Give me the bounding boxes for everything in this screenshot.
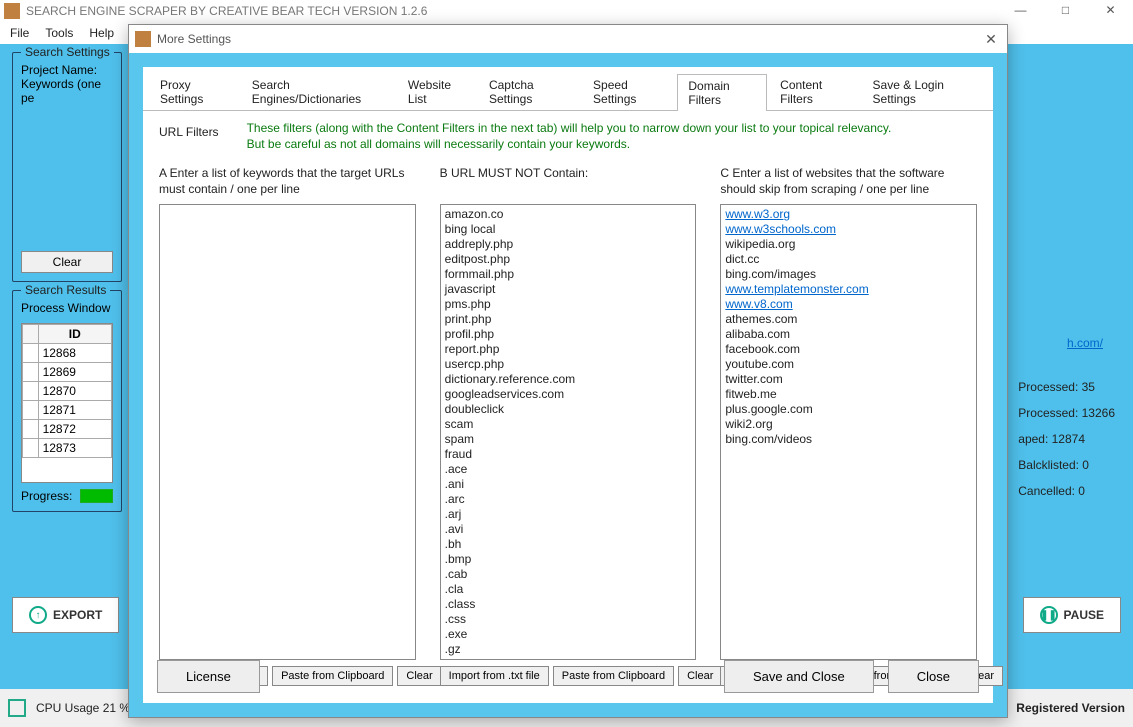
- search-settings-legend: Search Settings: [21, 45, 114, 59]
- save-and-close-button[interactable]: Save and Close: [724, 660, 874, 693]
- table-row: 12870: [23, 382, 112, 401]
- license-button[interactable]: License: [157, 660, 260, 693]
- menu-help[interactable]: Help: [89, 26, 114, 40]
- cpu-usage: CPU Usage 21 %: [36, 701, 130, 715]
- column-b-header: B URL MUST NOT Contain:: [440, 166, 697, 198]
- cpu-icon: [8, 699, 26, 717]
- column-c-header: C Enter a list of websites that the soft…: [720, 166, 977, 198]
- minimize-button[interactable]: —: [998, 0, 1043, 22]
- pause-icon: ❚❚: [1040, 606, 1058, 624]
- window-title: SEARCH ENGINE SCRAPER BY CREATIVE BEAR T…: [26, 4, 998, 18]
- tab-website[interactable]: Website List: [397, 73, 476, 110]
- keywords-label: Keywords (one pe: [21, 77, 113, 105]
- search-results-group: Search Results Process Window ID 12868 1…: [12, 290, 122, 512]
- tab-engines[interactable]: Search Engines/Dictionaries: [241, 73, 395, 110]
- url-filters-description: These filters (along with the Content Fi…: [247, 121, 892, 152]
- tab-content-filters[interactable]: Content Filters: [769, 73, 859, 110]
- progress-label: Progress:: [21, 489, 72, 503]
- registered-label: Registered Version: [1016, 701, 1125, 715]
- tab-speed[interactable]: Speed Settings: [582, 73, 675, 110]
- dialog-icon: [135, 31, 151, 47]
- tab-captcha[interactable]: Captcha Settings: [478, 73, 580, 110]
- table-row: 12869: [23, 363, 112, 382]
- column-a-header: A Enter a list of keywords that the targ…: [159, 166, 416, 198]
- tab-proxy[interactable]: Proxy Settings: [149, 73, 239, 110]
- results-table[interactable]: ID 12868 12869 12870 12871 12872 12873: [21, 323, 113, 483]
- url-filters-label: URL Filters: [159, 121, 219, 139]
- menu-file[interactable]: File: [10, 26, 29, 40]
- tab-save-login[interactable]: Save & Login Settings: [862, 73, 987, 110]
- export-button[interactable]: ↑ EXPORT: [12, 597, 119, 633]
- stat-processed-2: Processed: 13266: [1018, 400, 1115, 426]
- project-name-label: Project Name:: [21, 63, 113, 77]
- stat-processed-1: Processed: 35: [1018, 374, 1115, 400]
- keywords-must-contain-list[interactable]: [159, 204, 416, 660]
- tab-domain-filters[interactable]: Domain Filters: [677, 74, 767, 111]
- close-button-dialog[interactable]: Close: [888, 660, 979, 693]
- app-icon: [4, 3, 20, 19]
- stat-scraped: aped: 12874: [1018, 426, 1115, 452]
- stat-blacklisted: Balcklisted: 0: [1018, 452, 1115, 478]
- url-must-not-contain-list[interactable]: amazon.cobing localaddreply.phpeditpost.…: [440, 204, 697, 660]
- table-row: 12871: [23, 401, 112, 420]
- id-header: ID: [38, 325, 111, 344]
- stats-panel: Processed: 35 Processed: 13266 aped: 128…: [1018, 374, 1115, 504]
- skip-websites-list[interactable]: www.w3.orgwww.w3schools.comwikipedia.org…: [720, 204, 977, 660]
- dialog-close-button[interactable]: ✕: [975, 31, 1007, 48]
- clear-button[interactable]: Clear: [21, 251, 113, 273]
- progress-bar: [80, 489, 113, 503]
- close-button[interactable]: ✕: [1088, 0, 1133, 22]
- website-link[interactable]: h.com/: [1067, 336, 1103, 350]
- table-row: 12868: [23, 344, 112, 363]
- tabs: Proxy Settings Search Engines/Dictionari…: [143, 67, 993, 111]
- stat-cancelled: Cancelled: 0: [1018, 478, 1115, 504]
- more-settings-dialog: More Settings ✕ Proxy Settings Search En…: [128, 24, 1008, 718]
- search-results-legend: Search Results: [21, 283, 110, 297]
- pause-button[interactable]: ❚❚ PAUSE: [1023, 597, 1121, 633]
- table-row: 12873: [23, 439, 112, 458]
- export-icon: ↑: [29, 606, 47, 624]
- main-titlebar: SEARCH ENGINE SCRAPER BY CREATIVE BEAR T…: [0, 0, 1133, 22]
- maximize-button[interactable]: □: [1043, 0, 1088, 22]
- process-window-label: Process Window: [21, 301, 113, 315]
- menu-tools[interactable]: Tools: [45, 26, 73, 40]
- table-row: 12872: [23, 420, 112, 439]
- search-settings-group: Search Settings Project Name: Keywords (…: [12, 52, 122, 282]
- dialog-title: More Settings: [157, 32, 975, 46]
